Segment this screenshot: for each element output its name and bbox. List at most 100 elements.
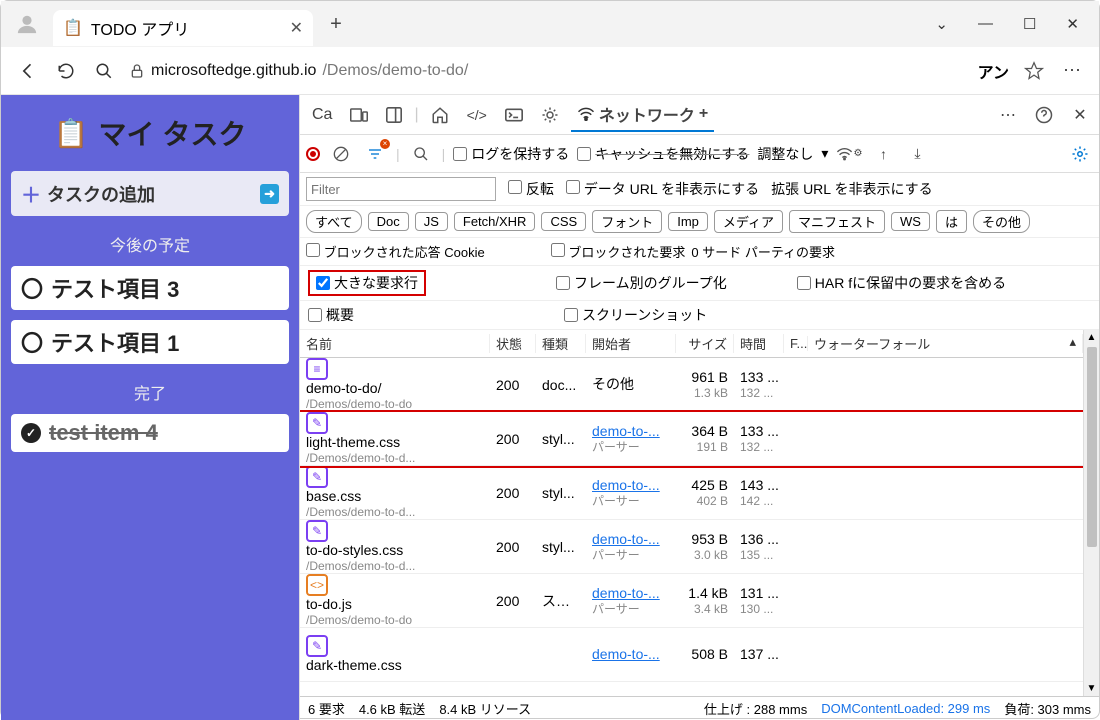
scrollbar[interactable]: ▲ ▼ <box>1083 330 1099 696</box>
group-frame-checkbox[interactable]: フレーム別のグループ化 <box>556 273 727 293</box>
record-button[interactable] <box>306 147 320 161</box>
blocked-row: ブロックされた応答 Cookie ブロックされた要求 0 サード パーティの要求 <box>300 238 1099 266</box>
help-icon[interactable] <box>1031 102 1057 128</box>
filter-pill[interactable]: フォント <box>592 210 662 233</box>
th-f[interactable]: F... <box>784 336 808 351</box>
cell-waterfall <box>808 651 1083 659</box>
filter-pill[interactable]: すべて <box>306 210 362 233</box>
device-icon[interactable] <box>344 104 374 126</box>
table-row[interactable]: ✎to-do-styles.css/Demos/demo-to-d...200s… <box>300 520 1083 574</box>
th-name[interactable]: 名前 <box>300 334 490 353</box>
th-waterfall[interactable]: ウォーターフォール▴ <box>808 334 1083 353</box>
network-table: 名前 状態 種類 開始者 サイズ 時間 F... ウォーターフォール▴ ≡dem… <box>300 330 1099 696</box>
task-label: test item 4 <box>49 420 158 446</box>
console-icon[interactable] <box>499 104 529 126</box>
more-tools-icon[interactable]: ⋯ <box>995 102 1021 128</box>
caret-down-icon[interactable]: ⌄ <box>935 15 948 33</box>
initiator-link[interactable]: demo-to-... <box>592 646 660 662</box>
scroll-down-icon[interactable]: ▼ <box>1087 683 1097 694</box>
new-tab-button[interactable]: + <box>323 11 349 37</box>
wifi-icon[interactable]: ⚙ <box>836 141 862 167</box>
th-initiator[interactable]: 開始者 <box>586 334 676 353</box>
filter-pill[interactable]: その他 <box>973 210 1030 233</box>
search-button[interactable] <box>91 58 117 84</box>
task-item[interactable]: 〇テスト項目 3 <box>11 266 289 310</box>
maximize-icon[interactable]: ☐ <box>1023 15 1036 33</box>
preserve-log-checkbox[interactable]: ログを保持する <box>453 144 569 164</box>
profile-avatar[interactable] <box>11 8 43 40</box>
sources-icon[interactable] <box>535 102 565 128</box>
minimize-icon[interactable]: — <box>978 15 993 33</box>
dock-icon[interactable] <box>380 103 408 127</box>
add-task-button[interactable]: ＋ タスクの追加 ➜ <box>11 171 289 216</box>
filter-pill[interactable]: WS <box>891 212 930 231</box>
filter-pill[interactable]: Imp <box>668 212 708 231</box>
filter-pill[interactable]: CSS <box>541 212 586 231</box>
blocked-cookies-checkbox[interactable]: ブロックされた応答 Cookie <box>306 242 485 261</box>
har-checkbox[interactable]: HAR fに保留中の要求を含める <box>797 273 1006 293</box>
profile-label[interactable]: アン <box>978 59 1009 83</box>
filter-pill[interactable]: JS <box>415 212 448 231</box>
dropdown-icon[interactable]: ▾ <box>821 145 828 162</box>
scrollbar-thumb[interactable] <box>1087 347 1097 547</box>
task-item[interactable]: 〇テスト項目 1 <box>11 320 289 364</box>
invert-checkbox[interactable]: 反転 <box>508 179 554 199</box>
th-status[interactable]: 状態 <box>490 334 536 353</box>
table-row[interactable]: ✎dark-theme.cssdemo-to-...508 B137 ... <box>300 628 1083 682</box>
table-row[interactable]: ≡demo-to-do//Demos/demo-to-do200doc...その… <box>300 358 1083 412</box>
large-rows-checkbox[interactable]: 大きな要求行 <box>316 273 418 293</box>
screenshots-checkbox[interactable]: スクリーンショット <box>564 305 707 325</box>
filter-pill[interactable]: メディア <box>714 210 783 233</box>
upload-icon[interactable]: ↑ <box>870 141 896 167</box>
cell-waterfall <box>808 597 1083 605</box>
titlebar: 📋 TODO アプリ ✕ + ⌄ — ☐ ✕ <box>1 1 1099 47</box>
back-button[interactable] <box>15 58 41 84</box>
filter-pill[interactable]: Doc <box>368 212 409 231</box>
close-devtools-icon[interactable]: ✕ <box>1067 102 1093 128</box>
clear-button[interactable] <box>328 141 354 167</box>
hide-data-checkbox[interactable]: データ URL を非表示にする <box>566 179 759 199</box>
blocked-requests-checkbox[interactable]: ブロックされた要求 <box>551 242 686 261</box>
download-icon[interactable]: ⤓ <box>904 141 930 167</box>
scroll-up-icon[interactable]: ▲ <box>1087 332 1097 343</box>
browser-tab[interactable]: 📋 TODO アプリ ✕ <box>53 10 313 46</box>
close-tab-icon[interactable]: ✕ <box>290 18 303 38</box>
tab-network[interactable]: ネットワーク + <box>571 98 714 132</box>
initiator-link[interactable]: demo-to-... <box>592 423 660 439</box>
filter-toggle[interactable]: × <box>362 141 388 167</box>
done-label: 完了 <box>11 380 289 404</box>
overview-checkbox[interactable]: 概要 <box>308 305 354 325</box>
cell-type: doc... <box>536 373 586 397</box>
screenshots-label: スクリーンショット <box>582 305 707 325</box>
table-row[interactable]: ✎base.css/Demos/demo-to-d...200styl...de… <box>300 466 1083 520</box>
refresh-button[interactable] <box>53 58 79 84</box>
filter-input[interactable] <box>306 177 496 201</box>
filter-pill[interactable]: マニフェスト <box>789 210 885 233</box>
initiator-link[interactable]: demo-to-... <box>592 531 660 547</box>
close-window-icon[interactable]: ✕ <box>1066 15 1079 33</box>
home-icon[interactable] <box>425 102 455 128</box>
filter-pill[interactable]: Fetch/XHR <box>454 212 536 231</box>
network-toolbar: × | | ログを保持する キャッシュを無効にする 調整なし ▾ ⚙ ↑ ⤓ <box>300 135 1099 173</box>
table-row[interactable]: ✎light-theme.css/Demos/demo-to-d...200st… <box>300 412 1083 466</box>
initiator-link[interactable]: demo-to-... <box>592 477 660 493</box>
throttle-select[interactable]: 調整なし <box>757 144 813 164</box>
settings-icon[interactable] <box>1067 141 1093 167</box>
url-display[interactable]: microsoftedge.github.io/Demos/demo-to-do… <box>129 62 966 80</box>
tab-ca[interactable]: Ca <box>306 102 338 128</box>
filter-pill[interactable]: は <box>936 210 967 233</box>
table-row[interactable]: <>to-do.js/Demos/demo-to-do200スクリプトdemo-… <box>300 574 1083 628</box>
submit-icon[interactable]: ➜ <box>260 184 279 204</box>
search-network-icon[interactable] <box>408 141 434 167</box>
th-time[interactable]: 時間 <box>734 334 784 353</box>
disable-cache-checkbox[interactable]: キャッシュを無効にする <box>577 144 749 164</box>
elements-icon[interactable]: </> <box>461 103 493 127</box>
favorite-button[interactable] <box>1021 58 1047 84</box>
th-type[interactable]: 種類 <box>536 334 586 353</box>
menu-button[interactable]: ⋯ <box>1059 58 1085 84</box>
task-item-done[interactable]: ✓test item 4 <box>11 414 289 452</box>
cell-status: 200 <box>490 535 536 559</box>
group-frame-label: フレーム別のグループ化 <box>574 273 727 293</box>
initiator-link[interactable]: demo-to-... <box>592 585 660 601</box>
th-size[interactable]: サイズ <box>676 334 734 353</box>
